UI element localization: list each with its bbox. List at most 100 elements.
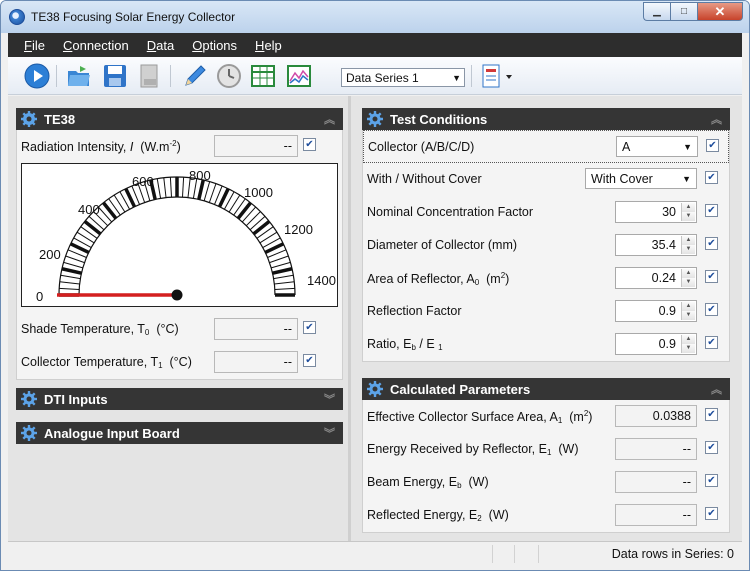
diameter-checkbox[interactable]: ✔ bbox=[705, 237, 718, 250]
ratio-mid: / E bbox=[415, 337, 435, 351]
spin-buttons[interactable]: ▲ ▼ bbox=[681, 236, 695, 254]
diameter-stepper[interactable]: 35.4 ▲ ▼ bbox=[615, 234, 697, 256]
maximize-button[interactable]: □ bbox=[670, 2, 697, 21]
collapse-icon[interactable]: ︽ bbox=[711, 111, 722, 127]
gauge-major-tick bbox=[272, 267, 293, 275]
ratio-checkbox[interactable]: ✔ bbox=[705, 336, 718, 349]
toolbar: Data Series 1 ▼ bbox=[8, 57, 742, 95]
ratio-sub2: 1 bbox=[438, 343, 443, 352]
table-icon[interactable] bbox=[250, 63, 276, 89]
collector-type-select[interactable]: A ▼ bbox=[616, 136, 698, 157]
gear-icon bbox=[20, 390, 38, 408]
spin-buttons[interactable]: ▲ ▼ bbox=[681, 203, 695, 221]
test-conditions-header[interactable]: Test Conditions ︽ bbox=[362, 108, 730, 130]
report-dropdown-icon[interactable] bbox=[505, 63, 513, 89]
dti-inputs-header[interactable]: DTI Inputs ︾ bbox=[16, 388, 343, 410]
app-window: TE38 Focusing Solar Energy Collector ▁ □… bbox=[0, 0, 750, 571]
play-icon[interactable] bbox=[24, 63, 50, 89]
spin-down-icon[interactable]: ▼ bbox=[682, 245, 695, 254]
gauge-major-tick bbox=[236, 201, 252, 220]
expand-icon[interactable]: ︾ bbox=[324, 391, 335, 407]
right-panel: Test Conditions ︽ Collector (A/B/C/D) A … bbox=[362, 108, 730, 533]
spin-up-icon[interactable]: ▲ bbox=[682, 236, 695, 245]
clock-icon[interactable] bbox=[216, 63, 242, 89]
menu-help[interactable]: Help bbox=[255, 38, 282, 53]
gauge-minor-tick bbox=[65, 255, 85, 264]
shade-temp-row: Shade Temperature, T0 (°C) -- ✔ bbox=[17, 313, 342, 346]
concentration-value: 30 bbox=[662, 205, 676, 219]
status-separator bbox=[492, 545, 493, 563]
concentration-stepper[interactable]: 30 ▲ ▼ bbox=[615, 201, 697, 223]
ratio-stepper[interactable]: 0.9 ▲ ▼ bbox=[615, 333, 697, 355]
reflection-checkbox[interactable]: ✔ bbox=[705, 303, 718, 316]
diameter-value: 35.4 bbox=[651, 238, 676, 252]
beam-energy-sub: b bbox=[457, 481, 462, 490]
cover-select[interactable]: With Cover ▼ bbox=[585, 168, 697, 189]
data-series-select[interactable]: Data Series 1 ▼ bbox=[341, 68, 465, 87]
close-button[interactable]: ✕ bbox=[697, 2, 743, 21]
spin-down-icon[interactable]: ▼ bbox=[682, 311, 695, 320]
menu-connection[interactable]: Connection bbox=[63, 38, 129, 53]
radiation-checkbox[interactable]: ✔ bbox=[303, 138, 316, 151]
beam-energy-checkbox[interactable]: ✔ bbox=[705, 474, 718, 487]
reflector-area-checkbox[interactable]: ✔ bbox=[705, 270, 718, 283]
radiation-unit-close: ) bbox=[176, 140, 181, 154]
spin-up-icon[interactable]: ▲ bbox=[682, 302, 695, 311]
reflector-area-sub: 0 bbox=[474, 278, 480, 287]
menu-options[interactable]: Options bbox=[192, 38, 237, 53]
reflection-stepper[interactable]: 0.9 ▲ ▼ bbox=[615, 300, 697, 322]
concentration-checkbox[interactable]: ✔ bbox=[705, 204, 718, 217]
te38-header[interactable]: TE38 ︽ bbox=[16, 108, 343, 130]
spin-down-icon[interactable]: ▼ bbox=[682, 212, 695, 221]
analogue-input-header[interactable]: Analogue Input Board ︾ bbox=[16, 422, 343, 444]
menu-data[interactable]: Data bbox=[147, 38, 174, 53]
cover-value: With Cover bbox=[591, 172, 653, 186]
menu-file-rest: ile bbox=[31, 37, 45, 53]
graph-icon[interactable] bbox=[286, 63, 312, 89]
spin-buttons[interactable]: ▲ ▼ bbox=[681, 335, 695, 353]
open-folder-icon[interactable] bbox=[66, 63, 92, 89]
reflected-energy-label: Reflected Energy, E2 (W) bbox=[367, 508, 509, 523]
expand-icon[interactable]: ︾ bbox=[324, 425, 335, 441]
gauge-label: 0 bbox=[36, 289, 43, 304]
reflector-area-stepper[interactable]: 0.24 ▲ ▼ bbox=[615, 267, 697, 289]
spin-down-icon[interactable]: ▼ bbox=[682, 344, 695, 353]
spin-up-icon[interactable]: ▲ bbox=[682, 335, 695, 344]
cover-checkbox[interactable]: ✔ bbox=[705, 171, 718, 184]
reflector-area-label-text: Area of Reflector, A bbox=[367, 272, 475, 286]
ecsa-checkbox[interactable]: ✔ bbox=[705, 408, 718, 421]
main-area: TE38 ︽ Radiation Intensity, I (W.m-2) --… bbox=[8, 96, 742, 541]
toolbar-separator bbox=[170, 65, 171, 87]
gauge-minor-tick bbox=[203, 181, 211, 201]
shade-temp-checkbox[interactable]: ✔ bbox=[303, 321, 316, 334]
gauge-label: 800 bbox=[189, 168, 211, 183]
collapse-icon[interactable]: ︽ bbox=[324, 111, 335, 127]
calculated-header[interactable]: Calculated Parameters ︽ bbox=[362, 378, 730, 400]
spin-up-icon[interactable]: ▲ bbox=[682, 269, 695, 278]
radiation-label-text: Radiation Intensity, bbox=[21, 140, 130, 154]
menu-file[interactable]: File bbox=[24, 38, 45, 53]
collector-type-checkbox[interactable]: ✔ bbox=[706, 139, 719, 152]
save-icon[interactable] bbox=[102, 63, 128, 89]
gauge-major-tick bbox=[61, 267, 82, 275]
toolbar-separator bbox=[471, 65, 472, 87]
spin-down-icon[interactable]: ▼ bbox=[682, 278, 695, 287]
report-icon[interactable] bbox=[478, 63, 504, 89]
gauge-minor-tick bbox=[156, 178, 162, 199]
pencil-icon[interactable] bbox=[182, 63, 208, 89]
reflector-area-unit-open: (m bbox=[486, 272, 501, 286]
collapse-icon[interactable]: ︽ bbox=[711, 381, 722, 397]
minimize-button[interactable]: ▁ bbox=[643, 2, 670, 21]
reflected-energy-checkbox[interactable]: ✔ bbox=[705, 507, 718, 520]
spin-buttons[interactable]: ▲ ▼ bbox=[681, 269, 695, 287]
gauge-minor-tick bbox=[274, 287, 295, 291]
reflected-energy-unit: (W) bbox=[488, 508, 509, 522]
panel-splitter[interactable] bbox=[348, 96, 351, 541]
gear-icon bbox=[20, 424, 38, 442]
spin-up-icon[interactable]: ▲ bbox=[682, 203, 695, 212]
energy-received-checkbox[interactable]: ✔ bbox=[705, 441, 718, 454]
spin-buttons[interactable]: ▲ ▼ bbox=[681, 302, 695, 320]
export-icon[interactable] bbox=[136, 63, 162, 89]
title-bar: TE38 Focusing Solar Energy Collector ▁ □… bbox=[1, 1, 749, 33]
collector-temp-checkbox[interactable]: ✔ bbox=[303, 354, 316, 367]
